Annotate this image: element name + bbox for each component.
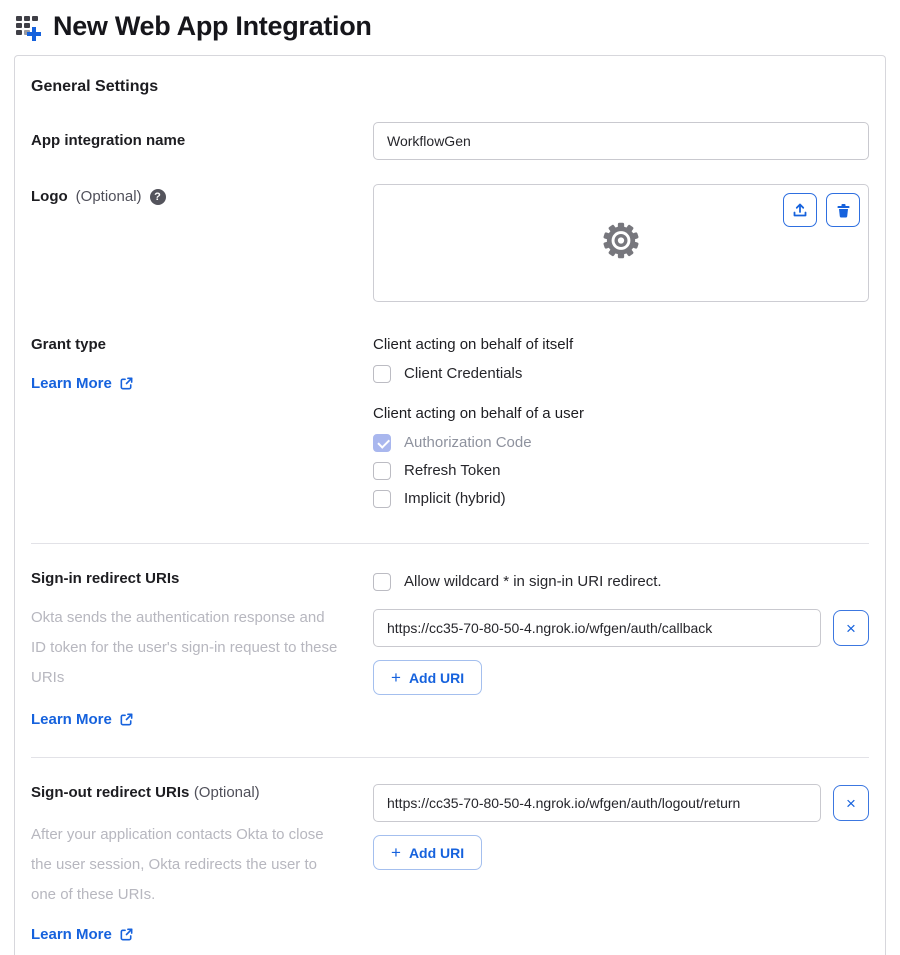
signout-optional-label: (Optional) [193, 784, 260, 801]
logo-optional-label: (Optional) [75, 188, 142, 205]
add-app-grid-icon [14, 12, 44, 42]
authorization-code-checkbox[interactable] [373, 433, 391, 452]
grant-type-label: Grant type [31, 336, 107, 353]
signin-uri-input[interactable] [373, 609, 821, 647]
learn-more-label: Learn More [31, 375, 112, 392]
checkbox-row-refresh-token[interactable]: Refresh Token [373, 459, 869, 482]
upload-icon [791, 201, 809, 219]
app-name-label: App integration name [31, 132, 186, 149]
checkbox-row-implicit-hybrid[interactable]: Implicit (hybrid) [373, 487, 869, 510]
client-credentials-checkbox[interactable] [373, 364, 391, 383]
wildcard-label: Allow wildcard * in sign-in URI redirect… [404, 573, 662, 590]
signin-redirect-label: Sign-in redirect URIs [31, 570, 180, 587]
close-icon: × [846, 793, 856, 813]
add-uri-label: Add URI [408, 844, 465, 861]
upload-logo-button[interactable] [783, 193, 817, 227]
external-link-icon [119, 376, 134, 391]
logo-label: Logo [31, 188, 68, 205]
plus-icon: + [391, 843, 401, 862]
logo-row: Logo (Optional) ? [31, 184, 869, 302]
wildcard-checkbox[interactable] [373, 572, 391, 591]
trash-icon [835, 202, 852, 219]
wildcard-checkbox-row[interactable]: Allow wildcard * in sign-in URI redirect… [373, 570, 869, 593]
checkbox-label: Implicit (hybrid) [404, 490, 506, 507]
page-title: New Web App Integration [53, 11, 372, 41]
signin-add-uri-button[interactable]: + Add URI [373, 660, 483, 695]
grant-type-learn-more-link[interactable]: Learn More [31, 375, 134, 392]
grant-group-user-heading: Client acting on behalf of a user [373, 405, 584, 422]
signin-learn-more-link[interactable]: Learn More [31, 711, 134, 728]
grant-group-user: Client acting on behalf of a user Author… [373, 405, 869, 510]
page-header: New Web App Integration [0, 0, 900, 52]
gear-icon [598, 218, 644, 269]
remove-signin-uri-button[interactable]: × [833, 610, 869, 646]
section-divider [31, 543, 869, 544]
general-settings-card: General Settings App integration name Lo… [14, 55, 886, 955]
add-uri-label: Add URI [408, 669, 465, 686]
close-icon: × [846, 618, 856, 638]
signout-learn-more-link[interactable]: Learn More [31, 926, 134, 943]
grant-group-self: Client acting on behalf of itself Client… [373, 336, 869, 385]
checkbox-row-client-credentials[interactable]: Client Credentials [373, 362, 869, 385]
external-link-icon [119, 712, 134, 727]
signout-redirect-row: Sign-out redirect URIs (Optional) After … [31, 784, 869, 944]
signin-redirect-description: Okta sends the authentication response a… [31, 609, 338, 686]
external-link-icon [119, 927, 134, 942]
checkbox-label: Client Credentials [404, 365, 523, 382]
implicit-hybrid-checkbox[interactable] [373, 489, 391, 508]
checkbox-row-authorization-code[interactable]: Authorization Code [373, 431, 869, 454]
plus-icon: + [391, 668, 401, 687]
checkbox-label: Authorization Code [404, 434, 532, 451]
help-icon[interactable]: ? [149, 188, 166, 205]
grant-group-self-heading: Client acting on behalf of itself [373, 336, 574, 353]
signout-add-uri-button[interactable]: + Add URI [373, 835, 483, 870]
grant-type-row: Grant type Learn More Client acting on b… [31, 336, 869, 515]
refresh-token-checkbox[interactable] [373, 461, 391, 480]
signout-redirect-label: Sign-out redirect URIs [31, 784, 190, 801]
app-name-row: App integration name [31, 122, 869, 160]
signout-redirect-description: After your application contacts Okta to … [31, 826, 324, 903]
app-name-input[interactable] [373, 122, 869, 160]
learn-more-label: Learn More [31, 711, 112, 728]
signout-uri-input[interactable] [373, 784, 821, 822]
section-divider [31, 757, 869, 758]
delete-logo-button[interactable] [826, 193, 860, 227]
checkbox-label: Refresh Token [404, 462, 501, 479]
signin-redirect-row: Sign-in redirect URIs Okta sends the aut… [31, 570, 869, 729]
remove-signout-uri-button[interactable]: × [833, 785, 869, 821]
logo-preview-box [373, 184, 869, 302]
learn-more-label: Learn More [31, 926, 112, 943]
card-heading: General Settings [31, 78, 159, 95]
